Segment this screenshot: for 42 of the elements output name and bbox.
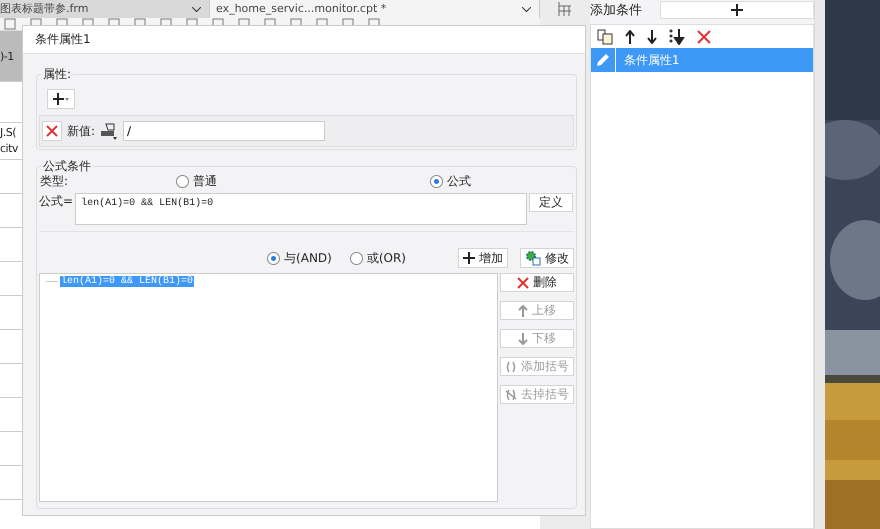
field-label: 类型: bbox=[40, 172, 70, 190]
move-bottom-icon[interactable] bbox=[668, 28, 685, 44]
text-type-icon[interactable] bbox=[100, 122, 118, 140]
table-cell: citv bbox=[0, 141, 18, 157]
brackets-icon bbox=[505, 360, 517, 372]
logic-radio[interactable]: 与(AND) bbox=[267, 250, 332, 266]
logic-radio[interactable]: 或(OR) bbox=[350, 250, 406, 266]
down-arrow-icon bbox=[518, 332, 528, 344]
delete-button[interactable]: 删除 bbox=[500, 273, 574, 292]
up-arrow-icon[interactable] bbox=[624, 30, 635, 44]
up-arrow-icon bbox=[518, 304, 528, 316]
plus-icon bbox=[463, 252, 475, 264]
field-label: 公式= bbox=[39, 193, 74, 210]
gear-icon bbox=[525, 250, 541, 266]
panel-title: 添加条件 bbox=[590, 2, 643, 19]
field-label: 新值: bbox=[67, 122, 96, 140]
scrollbar[interactable] bbox=[815, 0, 825, 529]
type-radio[interactable]: 普通 bbox=[176, 172, 430, 190]
file-tab[interactable]: ex_home_servic...monitor.cpt * bbox=[210, 0, 540, 18]
add-attribute-button[interactable] bbox=[47, 89, 75, 109]
delete-icon bbox=[517, 276, 529, 288]
modify-button[interactable]: 修改 bbox=[520, 248, 574, 268]
plus-icon bbox=[53, 93, 69, 105]
down-arrow-icon[interactable] bbox=[646, 30, 657, 44]
add-button[interactable]: 增加 bbox=[458, 248, 508, 268]
pencil-icon bbox=[594, 52, 611, 68]
grid-icon[interactable] bbox=[558, 2, 572, 16]
plus-icon bbox=[730, 4, 743, 16]
formula-field[interactable]: len(A1)=0 && LEN(B1)=0 bbox=[75, 193, 528, 225]
remove-button[interactable] bbox=[42, 121, 62, 141]
delete-icon bbox=[46, 125, 58, 137]
toolbar-icon[interactable] bbox=[4, 18, 16, 30]
type-radio[interactable]: 公式 bbox=[430, 172, 471, 190]
remove-brackets-icon bbox=[505, 388, 517, 400]
new-value-field[interactable]: / bbox=[123, 121, 326, 141]
delete-icon[interactable] bbox=[696, 30, 711, 44]
dialog-title: 条件属性1 bbox=[35, 31, 91, 48]
group-legend: 属性: bbox=[41, 66, 74, 83]
table-cell: )-1 bbox=[0, 50, 14, 62]
copy-icon[interactable] bbox=[596, 28, 613, 44]
group-legend: 公式条件 bbox=[41, 158, 93, 175]
define-button[interactable]: 定义 bbox=[529, 193, 574, 212]
